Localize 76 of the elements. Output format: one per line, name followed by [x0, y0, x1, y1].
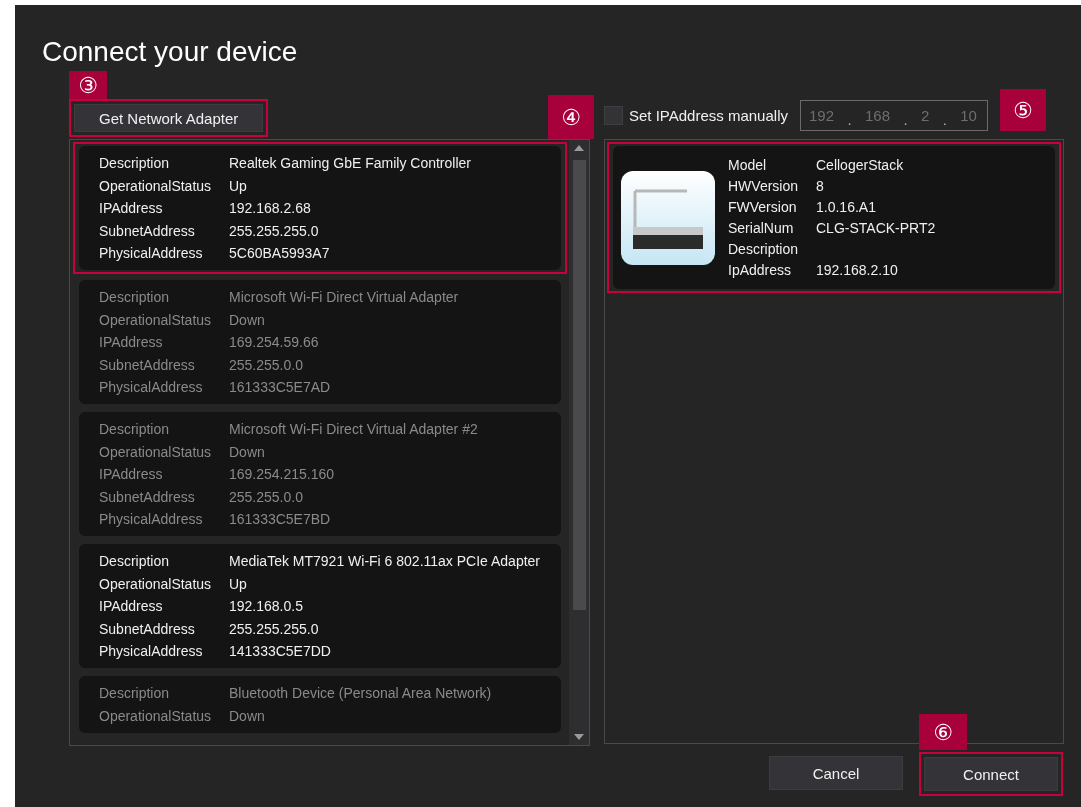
field-label: SubnetAddress [99, 619, 196, 638]
field-value: Microsoft Wi-Fi Direct Virtual Adapter [229, 288, 460, 306]
dialog-button[interactable]: Cancel [769, 756, 903, 790]
field-value: 255.255.0.0 [229, 355, 304, 374]
field-value: 255.255.255.0 [229, 619, 320, 638]
adapter-card[interactable]: Description Realtek Gaming GbE Family Controller OperationalStatus Up IPAddress 192.168.2.68 SubnetAddress 255.255.255.0 PhysicalAddress 5C60BA5993A7 [79, 146, 561, 270]
field-value: Down [229, 442, 266, 461]
field-value: Down [229, 706, 266, 725]
field-label: Description [99, 684, 171, 702]
field-value: 192.168.2.10 [816, 261, 899, 279]
field-value: Down [229, 310, 266, 329]
callout-badge: ⑤ [999, 89, 1046, 131]
field-value: Microsoft Wi-Fi Direct Virtual Adapter #2 [229, 420, 479, 438]
get-network-adapter-button[interactable]: Get Network Adapter [74, 104, 264, 132]
scroll-down-icon[interactable] [574, 734, 584, 740]
field-label: IPAddress [99, 597, 164, 615]
field-label: OperationalStatus [99, 442, 213, 461]
scrollbar-thumb[interactable] [572, 160, 586, 610]
field-label: PhysicalAddress [99, 378, 204, 396]
field-label: OperationalStatus [99, 574, 213, 593]
field-value: 192.168.2.68 [229, 199, 312, 217]
field-value: 141333C5E7DD [229, 642, 332, 660]
field-label: PhysicalAddress [99, 510, 204, 528]
field-label: IpAddress [728, 261, 793, 279]
field-value: Up [229, 574, 248, 593]
field-label: FWVersion [728, 198, 798, 216]
field-label: IPAddress [99, 199, 164, 217]
field-label: IPAddress [99, 465, 164, 483]
field-value: 5C60BA5993A7 [229, 244, 331, 262]
field-value: 255.255.0.0 [229, 487, 304, 506]
field-label: PhysicalAddress [99, 244, 204, 262]
adapter-card[interactable]: Description Bluetooth Device (Personal Area Network) OperationalStatus Down [79, 676, 561, 733]
adapter-card[interactable]: Description Microsoft Wi-Fi Direct Virtual Adapter OperationalStatus Down IPAddress 169.254.59.66 SubnetAddress 255.255.0.0 PhysicalAddress 161333C5E7AD [79, 280, 561, 404]
field-label: Description [728, 240, 800, 258]
dialog-title: Connect your device [41, 35, 299, 69]
field-value: CLG-STACK-PRT2 [816, 219, 936, 237]
field-label: OperationalStatus [99, 176, 213, 195]
dialog-button[interactable]: Connect [924, 757, 1058, 791]
field-label: SubnetAddress [99, 355, 196, 374]
ip-address-field[interactable]: 192 . 168 . 2 . 10 [799, 99, 988, 131]
field-value: 1.0.16.A1 [816, 198, 877, 216]
field-label: SubnetAddress [99, 487, 196, 506]
device-card[interactable]: Model CellogerStack HWVersion 8 FWVersion 1.0.16.A1 SerialNum CLG-STACK-PRT2 Description IpAddress 192.168.2.10 [613, 146, 1055, 289]
field-value: 255.255.255.0 [229, 221, 320, 240]
field-label: Model [728, 156, 768, 174]
field-value: 169.254.59.66 [229, 333, 320, 351]
field-value: 161333C5E7BD [229, 510, 332, 528]
field-label: OperationalStatus [99, 310, 213, 329]
field-label: PhysicalAddress [99, 642, 204, 660]
checkbox-label: Set IPAddress manually [629, 106, 788, 124]
field-value: 169.254.215.160 [229, 465, 336, 483]
field-value: Up [229, 176, 248, 195]
field-label: IPAddress [99, 333, 164, 351]
field-label: SerialNum [728, 219, 795, 237]
field-label: Description [99, 154, 171, 172]
field-label: OperationalStatus [99, 706, 213, 725]
adapter-card[interactable]: Description Microsoft Wi-Fi Direct Virtual Adapter #2 OperationalStatus Down IPAddress 169.254.215.160 SubnetAddress 255.255.0.0 PhysicalAddress 161333C5E7BD [79, 412, 561, 536]
adapter-card[interactable]: Description MediaTek MT7921 Wi-Fi 6 802.11ax PCIe Adapter OperationalStatus Up IPAddress 192.168.0.5 SubnetAddress 255.255.255.0 PhysicalAddress 141333C5E7DD [79, 544, 561, 668]
field-value: 192.168.0.5 [229, 597, 304, 615]
callout-badge: ⑥ [919, 714, 967, 750]
field-label: HWVersion [728, 177, 800, 195]
callout-badge: ③ [69, 71, 107, 99]
field-label: Description [99, 288, 171, 306]
scrollbar[interactable] [569, 140, 589, 745]
scroll-up-icon[interactable] [574, 145, 584, 151]
field-label: Description [99, 420, 171, 438]
field-value: 8 [816, 177, 825, 195]
field-label: Description [99, 552, 171, 570]
field-value: Bluetooth Device (Personal Area Network) [229, 684, 493, 702]
field-value: MediaTek MT7921 Wi-Fi 6 802.11ax PCIe Adapter [229, 552, 541, 570]
field-value: CellogerStack [816, 156, 905, 174]
field-label: SubnetAddress [99, 221, 196, 240]
field-value: 161333C5E7AD [229, 378, 332, 396]
checkbox[interactable] [604, 105, 623, 125]
field-value: Realtek Gaming GbE Family Controller [229, 154, 472, 172]
callout-badge: ④ [548, 95, 594, 139]
